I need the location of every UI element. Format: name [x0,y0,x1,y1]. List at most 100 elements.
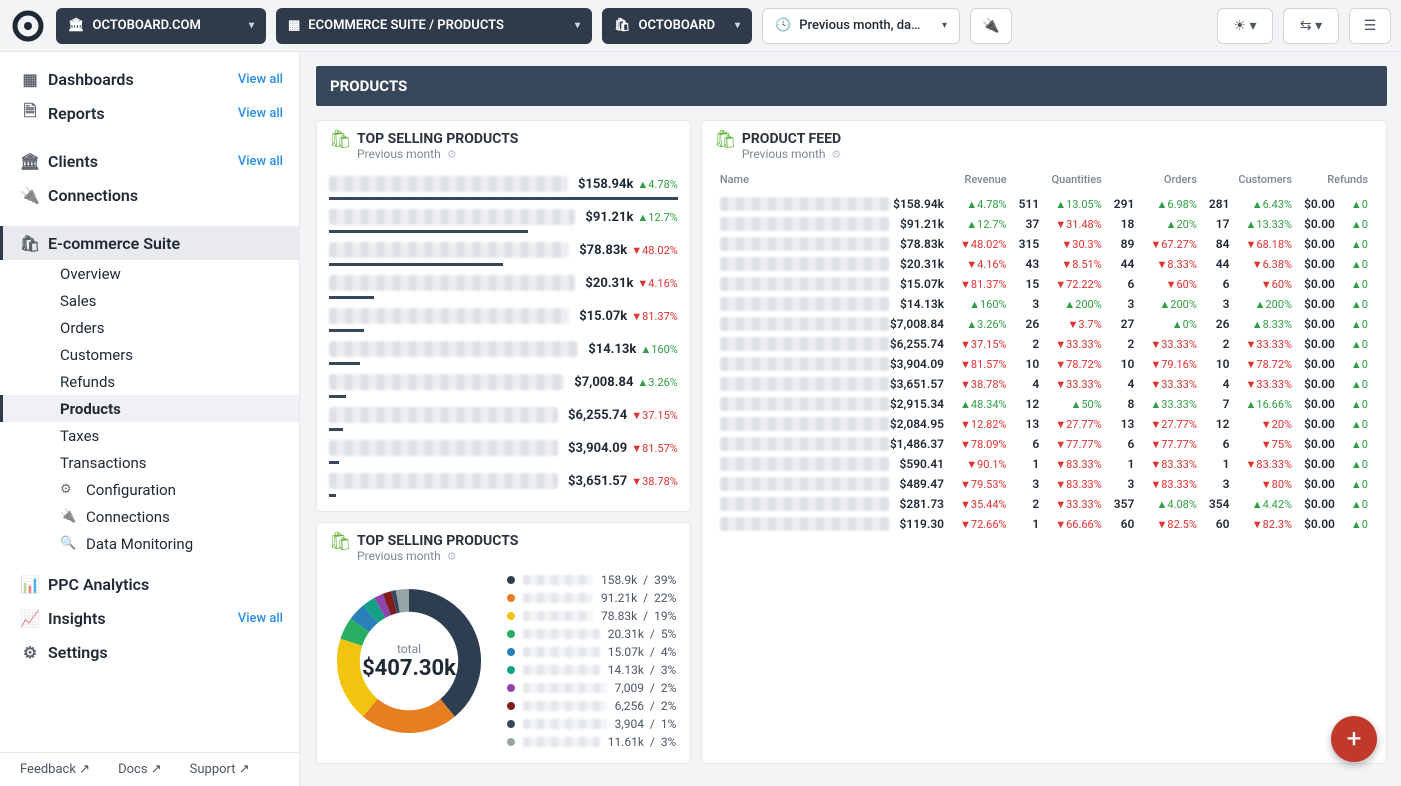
product-name-blurred [329,242,569,258]
support-link[interactable]: Support ↗ [190,762,250,777]
view-all-link[interactable]: View all [238,611,283,626]
gear-icon[interactable]: ⚙ [447,148,457,161]
sidebar-item-label: Insights [48,609,106,628]
product-name-blurred [329,308,569,324]
org-label: OCTOBOARD.COM [93,18,201,33]
top-selling-row: $20.31k▼4.16% [329,268,678,298]
row-delta: ▲3.26% [637,376,677,389]
clock-icon: 🕓 [775,18,791,33]
app-logo[interactable] [10,8,46,44]
row-delta: ▼81.37% [631,310,678,323]
legend-dot [507,630,515,638]
top-selling-row: $91.21k▲12.7% [329,202,678,232]
row-delta: ▲12.7% [637,211,677,224]
product-name-blurred [720,417,890,431]
donut-total-value: $407.30k [362,656,456,681]
docs-link[interactable]: Docs ↗ [118,762,162,777]
feed-row: $3,651.57▼38.78%4▼33.33%4▼33.33%4▼33.33%… [714,374,1374,394]
legend-row: 11.61k / 3% [507,733,676,751]
sidebar-item-connections[interactable]: 🔌Connections [0,178,299,212]
menu-button[interactable]: ☰ [1349,8,1391,44]
theme-dropdown[interactable]: ☀ ▾ [1217,8,1273,44]
sidebar-item-settings[interactable]: ⚙Settings [0,635,299,669]
product-name-blurred [329,275,575,291]
legend-value: 158.9k / 39% [601,573,676,587]
legend-value: 3,904 / 1% [615,717,677,731]
add-fab[interactable]: + [1331,716,1377,762]
sidebar-subitem-customers[interactable]: Customers [0,341,299,368]
subitem-label: Products [60,400,121,418]
sidebar-item-e-commerce-suite[interactable]: 🛍E-commerce Suite [0,226,299,260]
sidebar-icon: 🔌 [16,186,44,205]
suite-label: ECOMMERCE SUITE / PRODUCTS [308,18,504,33]
sidebar-subitem-configuration[interactable]: ⚙Configuration [0,476,299,503]
legend-label-blurred [523,611,593,621]
feed-row: $15.07k▼81.37%15▼72.22%6▼60%6▼60%$0.00▲0 [714,274,1374,294]
sidebar-subitem-sales[interactable]: Sales [0,287,299,314]
daterange-dropdown[interactable]: 🕓 Previous month, da… ▾ [762,8,960,44]
suite-dropdown[interactable]: ▦ ECOMMERCE SUITE / PRODUCTS ▾ [276,8,592,44]
product-name-blurred [720,397,890,411]
sidebar-item-label: Settings [48,643,108,662]
gear-icon[interactable]: ⚙ [832,148,842,161]
product-name-blurred [720,437,890,451]
top-selling-row: $78.83k▼48.02% [329,235,678,265]
col-refunds: Refunds [1298,169,1374,194]
sidebar-subitem-products[interactable]: Products [0,395,299,422]
view-all-link[interactable]: View all [238,106,283,121]
card-subtitle: Previous month [357,147,441,161]
product-name-blurred [720,477,890,491]
sidebar-subitem-taxes[interactable]: Taxes [0,422,299,449]
org-dropdown[interactable]: 🏛 OCTOBOARD.COM ▾ [56,8,266,44]
gear-icon[interactable]: ⚙ [447,550,457,563]
row-value: $14.13k [588,342,636,357]
sidebar-subitem-overview[interactable]: Overview [0,260,299,287]
feed-row: $7,008.84▲3.26%26▼3.7%27▲0%26▲8.33%$0.00… [714,314,1374,334]
top-selling-card: 🛍 TOP SELLING PRODUCTS Previous month⚙ $… [316,120,691,512]
sidebar-subitem-orders[interactable]: Orders [0,314,299,341]
shopify-icon: 🛍 [329,131,349,151]
product-name-blurred [720,517,890,531]
brand-dropdown[interactable]: 🛍 OCTOBOARD ▾ [602,8,752,44]
sidebar-item-label: Clients [48,152,98,171]
chevron-down-icon: ▾ [735,20,740,31]
view-all-link[interactable]: View all [238,72,283,87]
bank-icon: 🏛 [68,18,85,33]
feed-row: $158.94k▲4.78%511▲13.05%291▲6.98%281▲6.4… [714,194,1374,214]
feed-row: $78.83k▼48.02%315▼30.3%89▼67.27%84▼68.18… [714,234,1374,254]
sidebar: ▦DashboardsView all🗎ReportsView all🏛Clie… [0,52,300,786]
top-bar: 🏛 OCTOBOARD.COM ▾ ▦ ECOMMERCE SUITE / PR… [0,0,1401,52]
row-delta: ▲160% [640,343,678,356]
legend-row: 6,256 / 2% [507,697,676,715]
grid-icon: ▦ [288,18,300,33]
sidebar-item-clients[interactable]: 🏛ClientsView all [0,144,299,178]
view-all-link[interactable]: View all [238,154,283,169]
row-value: $15.07k [579,309,627,324]
feed-row: $2,915.34▲48.34%12▲50%8▲33.33%7▲16.66%$0… [714,394,1374,414]
bag-icon: 🛍 [614,18,631,33]
feedback-link[interactable]: Feedback ↗ [20,762,90,777]
page-title: PRODUCTS [316,66,1387,106]
sidebar-subitem-transactions[interactable]: Transactions [0,449,299,476]
sidebar-subitem-refunds[interactable]: Refunds [0,368,299,395]
row-delta: ▼38.78% [631,475,678,488]
product-name-blurred [329,176,568,192]
col-name: Name [714,169,884,194]
sidebar-item-reports[interactable]: 🗎ReportsView all [0,96,299,130]
sidebar-item-ppc-analytics[interactable]: 📊PPC Analytics [0,567,299,601]
product-name-blurred [329,407,558,423]
sidebar-icon: ▦ [16,70,44,89]
sidebar-icon: ⚙ [16,643,44,662]
subitem-label: Refunds [60,373,115,391]
plug-button[interactable]: 🔌 [970,8,1012,44]
subitem-label: Orders [60,319,105,337]
main-content: PRODUCTS 🛍 TOP SELLING PRODUCTS Previous… [300,52,1401,786]
product-name-blurred [329,341,578,357]
sidebar-subitem-connections[interactable]: 🔌Connections [0,503,299,530]
share-dropdown[interactable]: ⇆ ▾ [1283,8,1339,44]
sidebar-item-insights[interactable]: 📈InsightsView all [0,601,299,635]
sidebar-item-dashboards[interactable]: ▦DashboardsView all [0,62,299,96]
top-selling-row: $3,904.09▼81.57% [329,433,678,463]
sidebar-subitem-data-monitoring[interactable]: 🔍Data Monitoring [0,530,299,557]
product-name-blurred [720,497,890,511]
